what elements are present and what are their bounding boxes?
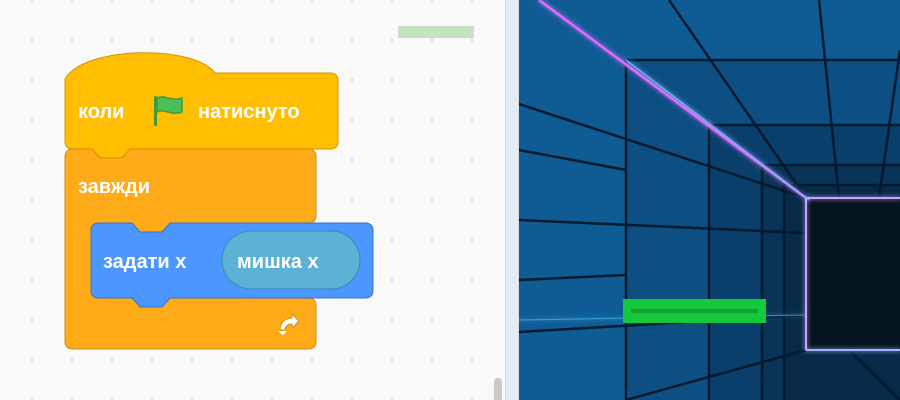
stage-backdrop	[519, 0, 900, 400]
set-x-block[interactable]: задати х мишка х	[90, 222, 374, 308]
forever-label: завжди	[78, 176, 150, 198]
mouse-x-label: мишка х	[237, 251, 319, 273]
panel-divider	[505, 0, 519, 400]
hat-suffix-label: натиснуто	[198, 101, 300, 123]
mouse-x-reporter[interactable]: мишка х	[221, 230, 361, 290]
set-x-label: задати х	[103, 251, 186, 273]
code-area[interactable]: коли натиснуто завжди задати х мишка х	[0, 0, 505, 400]
when-flag-clicked-block[interactable]: коли натиснуто	[64, 52, 339, 159]
script-blocks: коли натиснуто завжди задати х мишка х	[64, 52, 374, 350]
stage[interactable]	[519, 0, 900, 400]
tunnel-end	[806, 198, 900, 350]
vertical-scrollbar[interactable]	[494, 378, 502, 400]
paddle-sprite[interactable]	[623, 299, 766, 323]
hat-prefix-label: коли	[78, 101, 124, 123]
